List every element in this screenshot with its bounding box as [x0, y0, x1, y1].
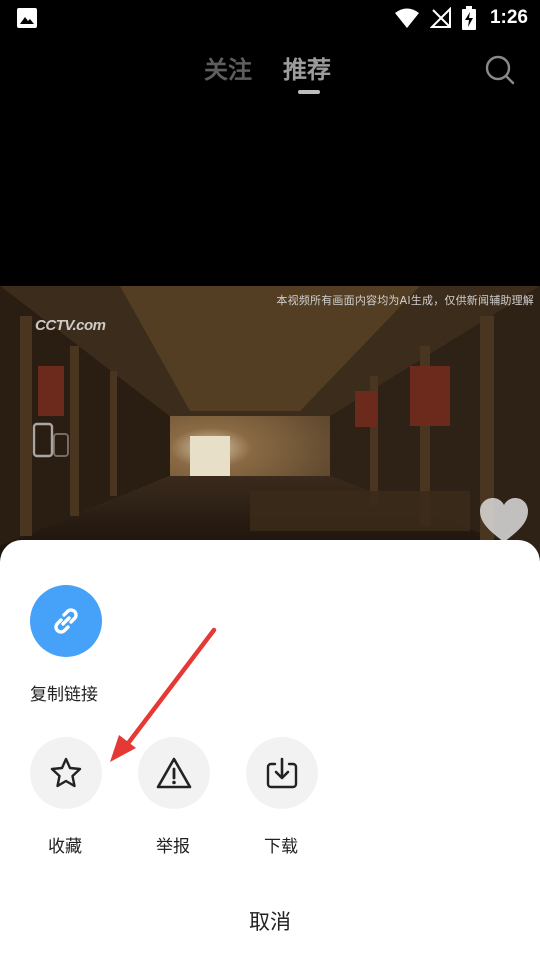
- share-sheet: 复制链接 收藏 举报 下载 取消: [0, 540, 540, 960]
- tab-recommend[interactable]: 推荐: [283, 50, 331, 85]
- tab-follow[interactable]: 关注: [204, 50, 252, 85]
- top-nav: 关注 推荐: [0, 36, 540, 100]
- ai-disclaimer-watermark: 本视频所有画面内容均为AI生成，仅供新闻辅助理解: [276, 294, 534, 307]
- favorite-label: 收藏: [48, 837, 82, 857]
- clock: 1:26: [489, 7, 528, 28]
- wifi-icon: [394, 8, 419, 28]
- cancel-button[interactable]: 取消: [0, 906, 540, 936]
- download-button[interactable]: [246, 737, 318, 809]
- fullscreen-rotate-icon[interactable]: [30, 420, 72, 460]
- star-icon: [50, 757, 82, 788]
- favorite-button[interactable]: [30, 737, 102, 809]
- copy-link-button[interactable]: [30, 585, 102, 657]
- status-bar: 1:26: [0, 0, 540, 36]
- video-player[interactable]: 本视频所有画面内容均为AI生成，仅供新闻辅助理解 CCTV.com: [0, 286, 540, 556]
- warning-icon: [156, 757, 192, 789]
- download-icon: [266, 757, 298, 789]
- image-notification-icon: [17, 8, 37, 28]
- download-label: 下载: [264, 837, 298, 857]
- cctv-logo: CCTV.com: [35, 317, 106, 334]
- active-tab-indicator: [298, 90, 320, 94]
- no-signal-icon: [429, 7, 451, 28]
- search-icon[interactable]: [484, 54, 516, 86]
- report-button[interactable]: [138, 737, 210, 809]
- heart-icon[interactable]: [478, 496, 530, 544]
- battery-charging-icon: [461, 6, 476, 30]
- copy-link-label: 复制链接: [30, 685, 98, 705]
- link-icon: [54, 608, 78, 634]
- report-label: 举报: [156, 837, 190, 857]
